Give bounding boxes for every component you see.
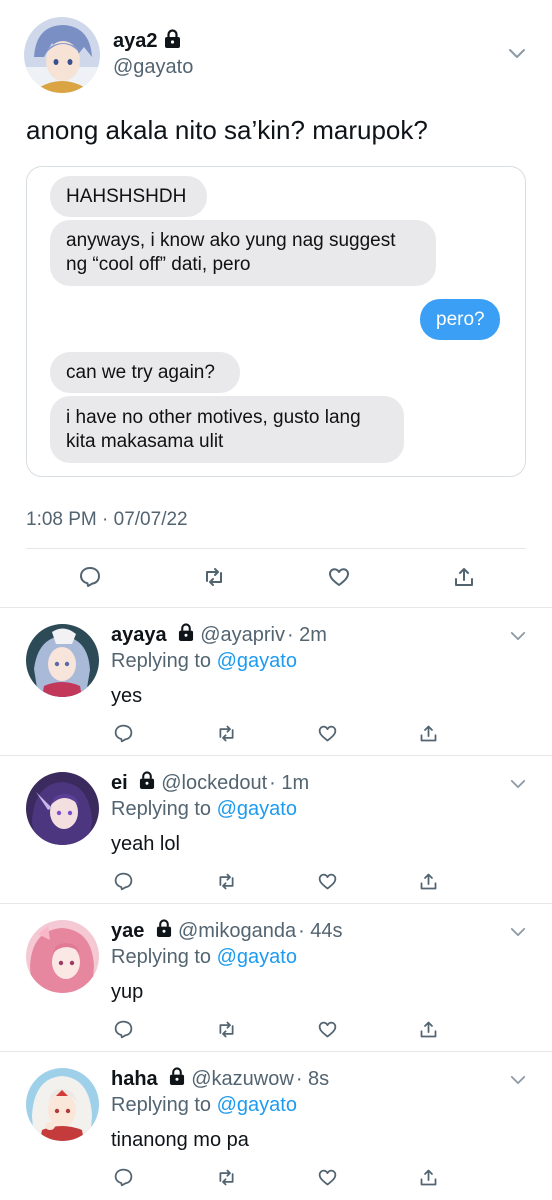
message-bubble-outgoing: pero? [420, 299, 500, 340]
message-bubble-incoming: can we try again? [50, 352, 240, 393]
mention-link[interactable]: @gayato [217, 1094, 297, 1116]
message-bubble-incoming: HAHSHSHDH [50, 176, 207, 217]
mention-link[interactable]: @gayato [217, 798, 297, 820]
reply-header: yae @mikoganda · 44s [111, 919, 343, 943]
lock-icon [139, 771, 155, 795]
tweet-timestamp[interactable]: 1:08 PM · 07/07/22 [26, 509, 188, 531]
display-name[interactable]: ayaya [111, 624, 167, 646]
replying-to: Replying to @gayato [111, 650, 297, 672]
lock-icon [178, 623, 194, 647]
display-name[interactable]: haha [111, 1068, 158, 1090]
retweet-icon[interactable] [212, 867, 240, 895]
avatar[interactable] [26, 624, 99, 697]
reply-time[interactable]: · 44s [298, 920, 342, 942]
reply-tweet[interactable]: yae @mikoganda · 44s Replying to @gayato … [0, 904, 552, 1051]
replying-to: Replying to @gayato [111, 946, 297, 968]
reply-header: ei @lockedout · 1m [111, 771, 309, 795]
reply-icon[interactable] [109, 1015, 137, 1043]
replying-to: Replying to @gayato [111, 1094, 297, 1116]
retweet-icon[interactable] [212, 719, 240, 747]
avatar[interactable] [26, 1068, 99, 1141]
share-icon[interactable] [414, 1015, 442, 1043]
reply-text: yup [111, 981, 144, 1003]
reply-time[interactable]: · 2m [287, 624, 327, 646]
like-icon[interactable] [313, 719, 341, 747]
retweet-icon[interactable] [212, 1015, 240, 1043]
message-bubble-incoming: i have no other motives, gusto lang kita… [50, 396, 404, 463]
like-icon[interactable] [313, 1015, 341, 1043]
like-icon[interactable] [313, 1163, 341, 1191]
reply-icon[interactable] [109, 1163, 137, 1191]
author-name-row: aya2 [113, 29, 181, 53]
chevron-down-icon[interactable] [508, 46, 526, 64]
avatar[interactable] [24, 17, 100, 93]
reply-header: ayaya @ayapriv · 2m [111, 623, 327, 647]
avatar[interactable] [26, 772, 99, 845]
lock-icon [164, 29, 181, 53]
main-tweet: aya2 @gayato anong akala nito sa’kin? ma… [0, 0, 552, 607]
display-name[interactable]: yae [111, 920, 144, 942]
mention-link[interactable]: @gayato [217, 650, 297, 672]
share-icon[interactable] [414, 867, 442, 895]
like-icon[interactable] [313, 867, 341, 895]
display-name[interactable]: ei [111, 772, 128, 794]
reply-icon[interactable] [109, 719, 137, 747]
reply-text: yeah lol [111, 833, 180, 855]
chevron-down-icon[interactable] [510, 924, 526, 942]
share-icon[interactable] [414, 1163, 442, 1191]
retweet-icon[interactable] [212, 1163, 240, 1191]
lock-icon [156, 919, 172, 943]
mention-link[interactable]: @gayato [217, 946, 297, 968]
reply-time[interactable]: · 1m [269, 772, 309, 794]
like-icon[interactable] [325, 563, 353, 591]
user-handle[interactable]: @ayapriv [200, 624, 285, 646]
retweet-icon[interactable] [200, 563, 228, 591]
chevron-down-icon[interactable] [510, 628, 526, 646]
reply-icon[interactable] [109, 867, 137, 895]
share-icon[interactable] [450, 563, 478, 591]
reply-text: yes [111, 685, 143, 707]
message-bubble-incoming: anyways, i know ako yung nag suggest ng … [50, 220, 436, 286]
replying-to: Replying to @gayato [111, 798, 297, 820]
user-handle[interactable]: @lockedout [161, 772, 267, 794]
reply-tweet[interactable]: ei @lockedout · 1m Replying to @gayato ye… [0, 756, 552, 903]
reply-header: haha @kazuwow · 8s [111, 1067, 329, 1091]
reply-time[interactable]: · 8s [296, 1068, 329, 1090]
tweet-text: anong akala nito sa’kin? marupok? [26, 115, 428, 145]
lock-icon [169, 1067, 185, 1091]
display-name[interactable]: aya2 [113, 30, 158, 53]
reply-icon[interactable] [76, 563, 104, 591]
chevron-down-icon[interactable] [510, 1072, 526, 1090]
avatar[interactable] [26, 920, 99, 993]
user-handle[interactable]: @kazuwow [191, 1068, 294, 1090]
reply-tweet[interactable]: ayaya @ayapriv · 2m Replying to @gayato y… [0, 608, 552, 755]
reply-tweet[interactable]: haha @kazuwow · 8s Replying to @gayato ti… [0, 1052, 552, 1200]
divider [26, 548, 526, 549]
message-screenshot[interactable]: HAHSHSHDH anyways, i know ako yung nag s… [26, 166, 526, 477]
share-icon[interactable] [414, 719, 442, 747]
user-handle[interactable]: @mikoganda [178, 920, 296, 942]
author-handle[interactable]: @gayato [113, 56, 193, 79]
chevron-down-icon[interactable] [510, 776, 526, 794]
reply-text: tinanong mo pa [111, 1129, 249, 1151]
